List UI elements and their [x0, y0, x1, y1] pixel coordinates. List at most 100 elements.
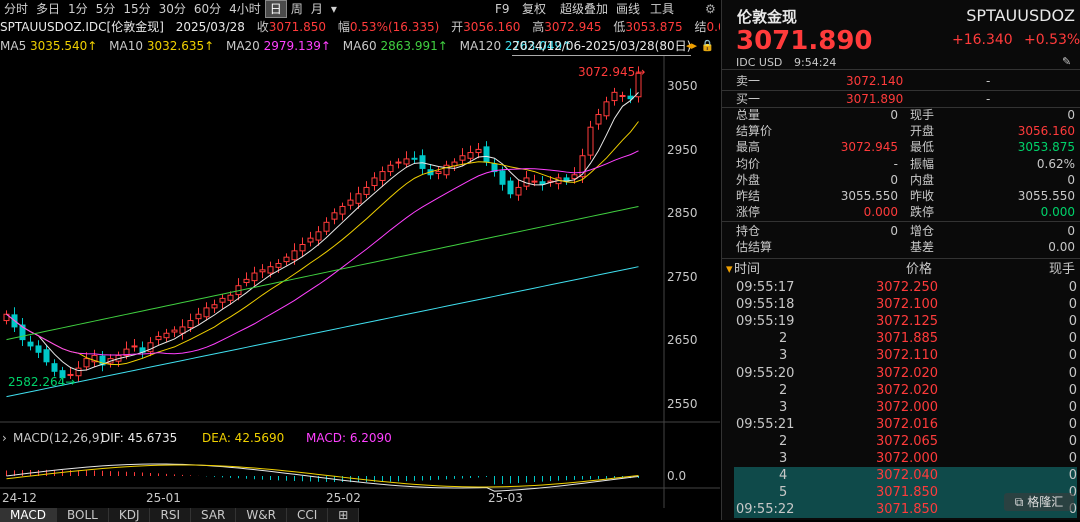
stat-row: 最高 3072.945 最低 3053.875: [722, 139, 1080, 155]
stat-label: 持仓: [736, 224, 761, 238]
candle: [283, 256, 290, 263]
candle: [43, 349, 50, 363]
candle: [403, 158, 410, 165]
tick-time: 09:55:17: [736, 280, 795, 295]
tick-time: 09:55:19: [736, 314, 795, 330]
settings-icon[interactable]: ⚙: [705, 0, 716, 18]
tick-time: 5: [779, 485, 788, 501]
tick-time: 3: [779, 399, 788, 415]
period-button[interactable]: 日: [264, 0, 287, 18]
stat-value: 0: [1067, 224, 1075, 238]
stat-label: 外盘: [736, 172, 761, 187]
tick-volume: 0: [1068, 348, 1077, 364]
tick-price: 3071.850: [876, 502, 939, 518]
f9-button[interactable]: F9: [495, 0, 510, 18]
tick-header: ▾ 时间 价格 现手: [726, 262, 1076, 277]
tick-header-price: 价格: [906, 262, 933, 277]
ma10-value: 3032.635↑: [146, 39, 215, 53]
ma120-line: [6, 266, 639, 398]
period-button[interactable]: 30分: [155, 1, 190, 17]
candle: [267, 266, 274, 274]
tick-time: 09:55:18: [736, 297, 795, 313]
period-button[interactable]: 分时: [0, 1, 32, 17]
tick-row: 2 3072.020 0: [734, 382, 1077, 399]
period-button[interactable]: 4小时: [225, 1, 265, 17]
tick-price: 3072.020: [876, 382, 939, 398]
tools-button[interactable]: 工具: [650, 0, 674, 18]
stat-label: 总量: [736, 108, 761, 122]
candle: [83, 358, 90, 368]
buy1-row: 买一 3071.890 -: [722, 91, 1080, 107]
candle: [331, 212, 338, 220]
low-value: 3053.875: [625, 20, 683, 34]
period-button[interactable]: 周: [287, 1, 307, 17]
stat-value: 0: [1067, 172, 1075, 187]
close-value: 3071.850: [268, 20, 326, 34]
stat-label: 现手: [910, 108, 935, 122]
overlay-button[interactable]: 超级叠加: [560, 0, 608, 18]
tick-volume: 0: [1068, 451, 1077, 466]
stat-row: 总量 0 现手 0: [722, 107, 1080, 123]
period-button[interactable]: 月: [307, 1, 327, 17]
restore-button[interactable]: 复权: [522, 0, 546, 18]
kline-chart[interactable]: 3050 2950 2850 2750 2650 2550 › MACD(12,…: [0, 56, 720, 508]
buy1-price: 3071.890: [846, 92, 904, 106]
tick-volume: 0: [1068, 365, 1077, 381]
stat-value: 3072.945: [840, 140, 898, 155]
candle: [419, 155, 426, 169]
macd-collapse-icon[interactable]: ›: [2, 431, 7, 445]
settle-value: 0.000: [706, 20, 721, 34]
draw-button[interactable]: 画线: [616, 0, 640, 18]
date-label: 2025/03/28: [175, 20, 245, 34]
date-range-label[interactable]: 2024/12/06-2025/03/28(80日): [512, 37, 692, 56]
period-button[interactable]: 15分: [119, 1, 154, 17]
period-dropdown-icon[interactable]: ▾: [327, 1, 341, 17]
candle: [339, 205, 346, 215]
candle: [227, 294, 234, 301]
quote-info-line: SPTAUUSDOZ.IDC[伦敦金现] 2025/03/28 收3071.85…: [0, 18, 720, 36]
tick-price: 3072.125: [876, 314, 939, 330]
edit-icon[interactable]: ✎: [1062, 55, 1071, 68]
candle: [243, 278, 250, 284]
range-icons[interactable]: ◂▸ 🔒: [686, 37, 714, 55]
candle: [35, 345, 42, 353]
stat-label: 基差: [910, 240, 935, 255]
candle: [131, 345, 138, 348]
tick-volume: 0: [1068, 382, 1077, 398]
tick-header-volume: 现手: [1049, 262, 1076, 277]
period-button[interactable]: 多日: [32, 1, 64, 17]
candle: [395, 161, 402, 164]
stat-label: 开盘: [910, 124, 935, 139]
stat-row: 估结算 基差 0.00: [722, 239, 1080, 255]
candle: [483, 146, 490, 163]
period-button[interactable]: 5分: [92, 1, 120, 17]
dif-line: [6, 463, 639, 492]
tick-volume: 0: [1068, 468, 1077, 484]
candle: [355, 193, 362, 204]
period-toolbar: 分时 多日 1分 5分 15分 30分 60分 4小时日周月 ▾: [0, 0, 720, 18]
candle: [275, 263, 282, 268]
max-price-label: 3072.945→: [578, 65, 645, 79]
stat-row: 持仓 0 增仓 0: [722, 223, 1080, 239]
stat-label: 跌停: [910, 205, 935, 220]
tick-price: 3072.040: [876, 468, 939, 484]
candle: [611, 91, 618, 102]
close-label: 收: [256, 20, 269, 34]
tick-time: 09:55:22: [736, 502, 795, 518]
candle: [619, 95, 626, 98]
stat-value: 3055.550: [840, 189, 898, 203]
macd-value-label: MACD: 6.2090: [306, 431, 392, 445]
tick-time: 2: [779, 433, 788, 449]
tick-header-time: 时间: [734, 262, 761, 277]
y-tick-label: 2750: [667, 270, 698, 284]
candle: [155, 335, 162, 341]
macd-label: MACD(12,26,9): [13, 431, 104, 445]
tick-row: 3 3072.000 0: [734, 399, 1077, 416]
sell1-volume: -: [986, 74, 991, 88]
x-tick-label: 24-12: [2, 491, 37, 505]
ma60-label: MA60: [342, 39, 377, 53]
period-button[interactable]: 60分: [190, 1, 225, 17]
period-button[interactable]: 1分: [64, 1, 92, 17]
stat-label: 内盘: [910, 172, 935, 187]
stat-value: 0: [1067, 108, 1075, 122]
